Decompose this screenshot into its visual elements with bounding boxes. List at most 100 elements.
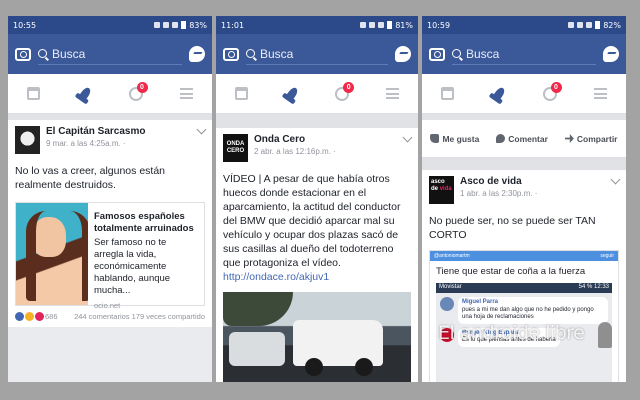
menu-icon xyxy=(594,88,607,99)
share-button[interactable]: Compartir xyxy=(564,134,618,144)
link-title: Famosos españoles totalmente arruinados xyxy=(94,211,194,234)
tab-news-feed[interactable] xyxy=(435,81,461,107)
post-timestamp: 9 mar. a las 4:25a.m. · xyxy=(46,139,126,148)
reactions-count: 686 xyxy=(45,312,58,321)
link-preview-image xyxy=(16,203,88,305)
search-input[interactable]: Busca xyxy=(246,43,388,65)
post-author[interactable]: Asco de vida xyxy=(460,176,619,187)
tab-notifications[interactable]: 0 xyxy=(123,81,149,107)
shares-count[interactable]: 179 veces compartido xyxy=(132,312,205,321)
post-image[interactable]: @antoniomartm seguir Tiene que estar de … xyxy=(429,250,619,382)
messenger-icon[interactable] xyxy=(603,46,619,62)
post-text: VÍDEO | A pesar de que había otros hueco… xyxy=(223,173,401,283)
thumbs-up-icon xyxy=(430,134,440,143)
wifi-icon xyxy=(369,22,376,28)
battery-level: 82% xyxy=(603,20,621,30)
app-bar: Busca xyxy=(216,34,418,74)
notification-badge: 0 xyxy=(136,81,148,93)
bluetooth-icon xyxy=(360,22,367,28)
signal-icon xyxy=(586,22,593,28)
post-timestamp: 1 abr. a las 2:30p.m. · xyxy=(460,189,538,198)
tab-explore[interactable] xyxy=(279,81,305,107)
meme-source: seguir xyxy=(600,253,614,259)
search-input[interactable]: Busca xyxy=(452,43,596,65)
link-description: Ser famoso no te arregla la vida, económ… xyxy=(94,237,171,296)
tab-news-feed[interactable] xyxy=(228,81,254,107)
meme-handle: @antoniomartm xyxy=(434,253,470,259)
link-preview[interactable]: Famosos españoles totalmente arruinados … xyxy=(15,202,205,310)
comment-button[interactable]: Comentar xyxy=(496,134,548,144)
link-source: ocio.net xyxy=(94,301,121,310)
camera-icon[interactable] xyxy=(223,47,239,61)
tab-menu[interactable] xyxy=(588,81,614,107)
menu-icon xyxy=(386,88,400,99)
tab-notifications[interactable]: 0 xyxy=(537,81,563,107)
tab-menu[interactable] xyxy=(380,81,406,107)
avatar xyxy=(440,297,454,311)
screenshot-collage: 10:55 83% Busca 0 El Capitán Sarcasmo 9 … xyxy=(0,0,640,400)
wow-reaction-icon xyxy=(25,312,34,321)
bluetooth-icon xyxy=(568,22,575,28)
battery-level: 81% xyxy=(395,20,413,30)
status-bar: 10:55 83% xyxy=(8,16,212,34)
camera-icon[interactable] xyxy=(15,47,31,61)
battery-icon xyxy=(595,21,601,29)
android-logo-icon xyxy=(598,322,612,348)
like-button[interactable]: Me gusta xyxy=(430,134,479,144)
notification-badge: 0 xyxy=(343,81,355,93)
post-timestamp: 2 abr. a las 12:16p.m. · xyxy=(254,147,336,156)
phone-screen-2: 11:01 81% Busca 0 ONDA CERO Onda Cero 2 … xyxy=(216,16,418,382)
avatar[interactable]: ONDA CERO xyxy=(223,134,248,162)
post-link[interactable]: http://ondace.ro/akjuv1 xyxy=(223,271,329,283)
search-placeholder: Busca xyxy=(52,46,86,61)
status-bar: 10:59 82% xyxy=(422,16,626,34)
bluetooth-icon xyxy=(154,22,161,28)
tab-bar: 0 xyxy=(8,74,212,114)
wifi-icon xyxy=(163,22,170,28)
camera-icon[interactable] xyxy=(429,47,445,61)
post-action-bar: Me gusta Comentar Compartir xyxy=(422,120,626,158)
news-feed-icon xyxy=(441,87,454,100)
post-text: No lo vas a creer, algunos están realmen… xyxy=(15,165,166,191)
battery-icon xyxy=(181,21,187,29)
post-author[interactable]: Onda Cero xyxy=(254,134,411,145)
like-reaction-icon xyxy=(15,312,24,321)
search-placeholder: Busca xyxy=(260,46,294,61)
search-icon xyxy=(246,49,255,58)
tab-explore[interactable] xyxy=(486,81,512,107)
news-feed-icon xyxy=(234,87,248,100)
tab-news-feed[interactable] xyxy=(21,81,47,107)
app-bar: Busca xyxy=(8,34,212,74)
tab-bar: 0 xyxy=(216,74,418,114)
post-author[interactable]: El Capitán Sarcasmo xyxy=(46,126,205,137)
share-icon xyxy=(564,134,574,143)
avatar[interactable]: asco de vida xyxy=(429,176,454,204)
messenger-icon[interactable] xyxy=(395,46,411,62)
news-feed-icon xyxy=(27,87,40,100)
messenger-icon[interactable] xyxy=(189,46,205,62)
app-bar: Busca xyxy=(422,34,626,74)
avatar[interactable] xyxy=(15,126,40,154)
phone-screen-1: 10:55 83% Busca 0 El Capitán Sarcasmo 9 … xyxy=(8,16,212,382)
tab-menu[interactable] xyxy=(174,81,200,107)
love-reaction-icon xyxy=(35,312,44,321)
status-time: 10:59 xyxy=(427,20,451,30)
notification-badge: 0 xyxy=(550,81,562,93)
tab-explore[interactable] xyxy=(72,81,98,107)
battery-icon xyxy=(387,21,393,29)
search-icon xyxy=(452,49,461,58)
search-icon xyxy=(38,49,47,58)
post-card: asco de vida Asco de vida 1 abr. a las 2… xyxy=(422,170,626,382)
comments-count[interactable]: 244 comentarios xyxy=(74,312,129,321)
rocket-icon xyxy=(77,85,92,102)
search-input[interactable]: Busca xyxy=(38,43,182,65)
battery-level: 83% xyxy=(189,20,207,30)
meme-caption: Tiene que estar de coña a la fuerza xyxy=(436,266,586,277)
jeep-image xyxy=(293,320,383,376)
tab-notifications[interactable]: 0 xyxy=(329,81,355,107)
signal-icon xyxy=(378,22,385,28)
rocket-icon xyxy=(284,85,300,102)
menu-icon xyxy=(180,88,193,99)
car-image xyxy=(229,332,285,366)
video-thumbnail[interactable] xyxy=(223,292,411,382)
